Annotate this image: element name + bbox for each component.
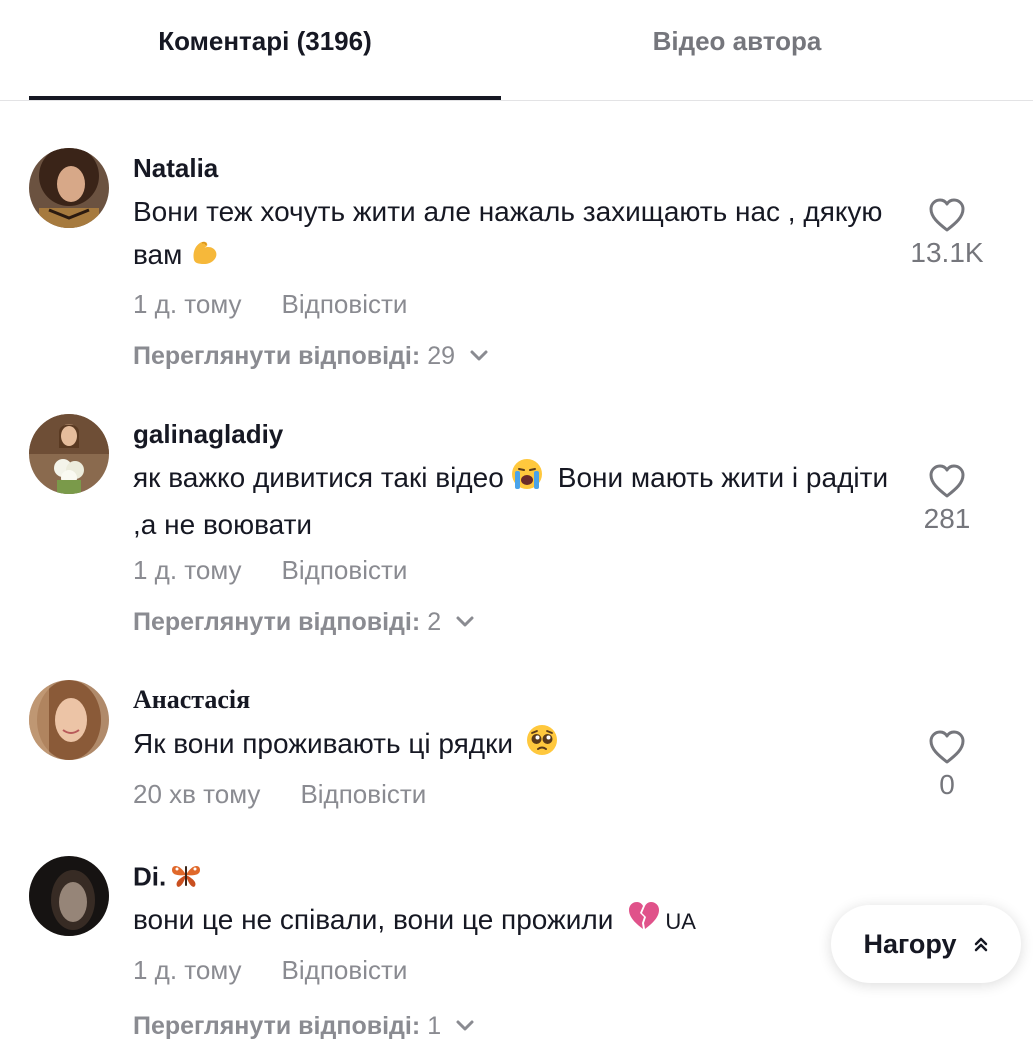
view-replies-label: Переглянути відповіді:	[133, 342, 421, 370]
comment-meta: 1 д. тому Відповісти	[133, 954, 407, 986]
replies-count: 1	[427, 1012, 442, 1039]
reply-button[interactable]: Відповісти	[282, 955, 408, 985]
active-tab-indicator	[29, 96, 501, 100]
like-count: 13.1K	[910, 237, 984, 268]
comments-panel: Коментарі (3196) Відео автора Natalia Во…	[0, 0, 1033, 1039]
comment-username[interactable]: Di.	[133, 860, 202, 897]
reply-button[interactable]: Відповісти	[282, 289, 408, 319]
like-area: 281	[887, 463, 1007, 537]
avatar[interactable]	[29, 414, 109, 494]
heart-icon[interactable]	[928, 729, 966, 765]
view-replies-button[interactable]: Переглянути відповіді: 1	[133, 1010, 475, 1039]
pleading-face-icon	[525, 723, 559, 769]
like-count: 0	[939, 769, 955, 800]
heart-icon[interactable]	[928, 197, 966, 233]
chevron-down-icon	[470, 350, 488, 361]
view-replies-button[interactable]: Переглянути відповіді: 29	[133, 340, 489, 372]
view-replies-button[interactable]: Переглянути відповіді: 2	[133, 606, 475, 638]
like-count: 281	[923, 503, 971, 534]
flexed-biceps-icon	[188, 234, 222, 280]
chevron-down-icon	[456, 616, 474, 627]
flag-label: UA	[665, 909, 696, 934]
comment-time: 1 д. тому	[133, 955, 242, 985]
tab-author-videos-label: Відео автора	[652, 25, 822, 56]
comment-username[interactable]: Анастасія	[133, 684, 250, 716]
comment-username[interactable]: Natalia	[133, 152, 218, 184]
loudly-crying-face-icon	[510, 457, 544, 503]
tab-comments[interactable]: Коментарі (3196)	[29, 0, 501, 100]
tab-author-videos[interactable]: Відео автора	[501, 0, 973, 100]
replies-count: 2	[427, 608, 442, 636]
like-area: 13.1K	[887, 197, 1007, 271]
comment-time: 20 хв тому	[133, 779, 261, 809]
comment-text: Вони теж хочуть жити але нажаль захищают…	[133, 190, 903, 280]
comment-time: 1 д. тому	[133, 289, 242, 319]
view-replies-label: Переглянути відповіді:	[133, 1012, 421, 1039]
comment-username[interactable]: galinagladiy	[133, 418, 283, 450]
reply-button[interactable]: Відповісти	[300, 779, 426, 809]
reply-button[interactable]: Відповісти	[282, 555, 408, 585]
view-replies-label: Переглянути відповіді:	[133, 608, 421, 636]
double-chevron-up-icon	[974, 937, 987, 952]
tab-comments-label: Коментарі (3196)	[158, 25, 372, 56]
avatar[interactable]	[29, 680, 109, 760]
comment-meta: 1 д. тому Відповісти	[133, 554, 407, 586]
butterfly-icon	[170, 860, 202, 897]
tab-bar: Коментарі (3196) Відео автора	[0, 0, 1033, 101]
chevron-down-icon	[456, 1020, 474, 1031]
avatar[interactable]	[29, 148, 109, 228]
comment-time: 1 д. тому	[133, 555, 242, 585]
heart-icon[interactable]	[928, 463, 966, 499]
like-area: 0	[887, 729, 1007, 803]
back-to-top-label: Нагору	[863, 928, 957, 959]
comment-meta: 20 хв тому Відповісти	[133, 778, 426, 810]
broken-heart-icon	[627, 900, 661, 944]
replies-count: 29	[427, 342, 455, 370]
comment-text: вони це не співали, вони це прожили UA	[133, 898, 903, 944]
comment-meta: 1 д. тому Відповісти	[133, 288, 407, 320]
avatar[interactable]	[29, 856, 109, 936]
comment-text: як важко дивитися такі відео Вони мають ж…	[133, 456, 903, 546]
back-to-top-button[interactable]: Нагору	[831, 905, 1021, 983]
comment-text: Як вони проживають ці рядки	[133, 722, 903, 769]
